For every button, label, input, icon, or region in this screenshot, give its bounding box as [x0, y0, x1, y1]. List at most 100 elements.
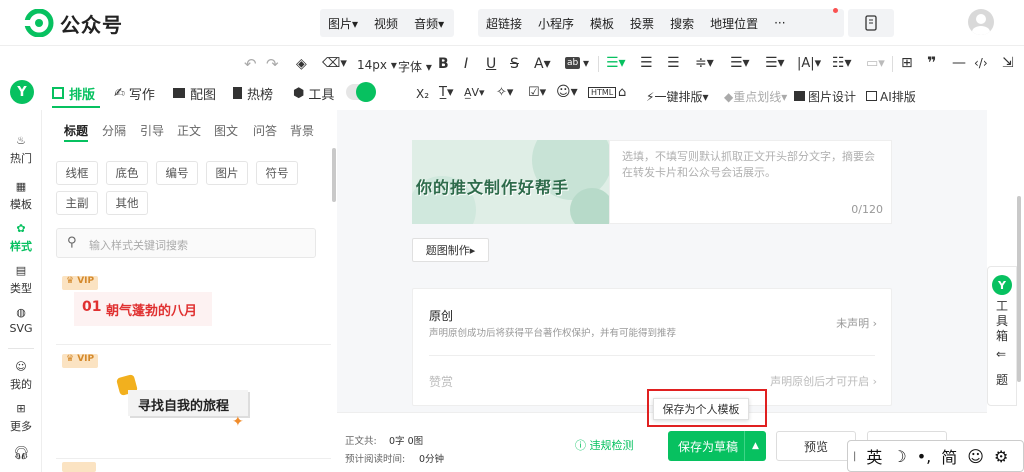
redo-icon[interactable]: ↷ — [266, 55, 279, 73]
magic-wand-icon[interactable]: ✧▾ — [496, 85, 513, 100]
category-tab-divider[interactable]: 分隔 — [102, 122, 126, 139]
highlight-line-button[interactable]: ◆重点划线▾ — [724, 88, 787, 105]
nav-audio-button[interactable]: 音频▾ — [406, 15, 452, 32]
category-tab-title[interactable]: 标题 — [64, 122, 88, 139]
ime-emoji-icon[interactable]: ☺ — [962, 447, 989, 466]
tab-writing[interactable]: ✍ 写作 — [114, 84, 155, 103]
subscript-icon[interactable]: X₂ — [416, 87, 429, 101]
cover-image[interactable]: 你的推文制作好帮手 — [412, 140, 609, 224]
category-tab-background[interactable]: 背景 — [290, 122, 314, 139]
letter-spacing-av-icon[interactable]: A̲V▾ — [464, 86, 485, 99]
category-tab-qa[interactable]: 问答 — [253, 122, 277, 139]
underline-icon[interactable]: U — [486, 56, 496, 72]
toolbox-tab-title[interactable]: 题 — [996, 371, 1008, 388]
check-box-icon[interactable]: ☑▾ — [528, 85, 546, 100]
text-direction-icon[interactable]: |A|▾ — [797, 56, 821, 71]
filter-chip-other[interactable]: 其他 — [106, 191, 148, 215]
horizontal-rule-icon[interactable]: — — [952, 55, 966, 71]
rail-item-template[interactable]: ▦ 模板 — [0, 180, 42, 212]
violation-check-button[interactable]: ⓘ 违规检测 — [575, 437, 634, 453]
ai-layout-button[interactable]: AI排版 — [866, 88, 916, 105]
font-color-icon[interactable]: A▾ — [534, 56, 551, 72]
image-design-button[interactable]: 图片设计 — [794, 88, 856, 105]
quote-icon[interactable]: ❞ — [927, 53, 936, 72]
filter-chip-main-sub[interactable]: 主副 — [56, 191, 98, 215]
filter-chip-symbol[interactable]: 符号 — [256, 161, 298, 185]
nav-template-button[interactable]: 模板 — [582, 15, 622, 32]
rail-item-more[interactable]: ⊞ 更多 — [0, 402, 42, 434]
indent-icon[interactable]: ☰ — [640, 55, 653, 71]
avatar[interactable] — [968, 9, 994, 35]
nav-more-button[interactable]: ··· — [766, 16, 793, 30]
ime-punctuation-icon[interactable]: •, — [912, 447, 937, 466]
ime-drag-handle[interactable]: | — [848, 451, 861, 462]
tab-trending[interactable]: 热榜 — [233, 84, 273, 103]
filter-chip-number[interactable]: 编号 — [156, 161, 198, 185]
template-card-1[interactable]: 01 朝气蓬勃的八月 — [72, 292, 212, 326]
panel-scrollbar[interactable] — [332, 148, 336, 202]
cover-design-button[interactable]: 题图制作 ▸ — [412, 238, 489, 262]
mobile-preview-button[interactable] — [848, 9, 894, 37]
code-icon[interactable]: ‹/› — [974, 56, 988, 70]
font-family-select[interactable]: 字体 ▾ — [398, 58, 432, 75]
plugin-logo-icon[interactable]: Y — [10, 80, 34, 104]
filter-chip-fill[interactable]: 底色 — [106, 161, 148, 185]
nav-video-button[interactable]: 视频 — [366, 15, 406, 32]
nav-search-button[interactable]: 搜索 — [662, 15, 702, 32]
ime-settings-icon[interactable]: ⚙ — [989, 447, 1013, 466]
nav-miniprogram-button[interactable]: 小程序 — [530, 15, 582, 32]
page-scrollbar[interactable] — [1017, 196, 1021, 382]
headset-icon[interactable]: 🎧︎ — [0, 446, 42, 461]
italic-icon[interactable]: I — [464, 56, 468, 72]
style-search-box[interactable]: ⚲ 输入样式关键词搜索 — [56, 228, 316, 258]
fullscreen-icon[interactable]: ⇲ — [1002, 55, 1014, 71]
outdent-icon[interactable]: ☰ — [667, 55, 680, 71]
filter-chip-frame[interactable]: 线框 — [56, 161, 98, 185]
align-left-icon[interactable]: ☰▾ — [606, 55, 626, 71]
tab-images[interactable]: 配图 — [173, 84, 216, 103]
nav-image-button[interactable]: 图片▾ — [320, 15, 366, 32]
ime-language-toggle[interactable]: 英 — [861, 444, 887, 468]
format-brush-icon[interactable]: ◈ — [296, 56, 307, 72]
bold-icon[interactable]: B — [438, 56, 449, 72]
briefcase-icon[interactable]: ⌂ — [618, 85, 626, 100]
strikethrough-icon[interactable]: S — [510, 56, 519, 72]
clear-format-icon[interactable]: ⌫▾ — [322, 56, 347, 71]
html-icon[interactable]: HTML — [588, 87, 617, 98]
tab-tools[interactable]: ⬢ 工具 — [293, 84, 334, 103]
font-size-select[interactable]: 14px ▾ — [357, 58, 397, 72]
background-color-icon[interactable]: ab — [565, 57, 581, 69]
save-draft-button[interactable]: 保存为草稿 ▲ — [668, 431, 766, 461]
rail-item-svg[interactable]: ◍ SVG — [0, 306, 42, 335]
line-height-icon[interactable]: ≑▾ — [695, 55, 714, 71]
nav-hyperlink-button[interactable]: 超链接 — [478, 15, 530, 32]
text-case-icon[interactable]: T̲▾ — [439, 85, 453, 100]
emoji-icon[interactable]: ☺▾ — [556, 84, 578, 100]
original-status-button[interactable]: 未声明 › — [836, 315, 877, 331]
rail-item-type[interactable]: ▤ 类型 — [0, 264, 42, 296]
plugin-toggle-switch[interactable] — [346, 82, 376, 102]
one-click-layout-button[interactable]: ⚡一键排版▾ — [646, 88, 708, 105]
category-tab-image-text[interactable]: 图文 — [214, 122, 238, 139]
tab-layout[interactable]: 排版 — [52, 84, 95, 103]
paragraph-spacing-icon[interactable]: ☰▾ — [730, 55, 750, 71]
ime-simplified-toggle[interactable]: 简 — [936, 444, 962, 468]
table-icon[interactable]: ⊞ — [901, 55, 913, 71]
filter-chip-image[interactable]: 图片 — [206, 161, 248, 185]
background-color-dropdown[interactable]: ▾ — [583, 56, 589, 70]
ime-moon-icon[interactable]: ☽ — [887, 447, 911, 466]
rail-item-style[interactable]: ✿ 样式 — [0, 222, 42, 254]
collapse-arrow-icon[interactable]: ⇐ — [996, 347, 1006, 361]
rail-item-mine[interactable]: ☺ 我的 — [0, 360, 42, 392]
category-tab-body[interactable]: 正文 — [177, 122, 201, 139]
letter-spacing-icon[interactable]: ☰▾ — [765, 55, 785, 71]
divider-style-icon[interactable]: ▭▾ — [866, 56, 885, 71]
toolbox-panel[interactable]: Y 工具箱 ⇐ 题 — [987, 266, 1017, 406]
save-options-dropdown[interactable]: ▲ — [744, 431, 766, 461]
rail-item-hot[interactable]: ♨ 热门 — [0, 134, 42, 166]
nav-location-button[interactable]: 地理位置 — [702, 15, 766, 32]
category-tab-guide[interactable]: 引导 — [140, 122, 164, 139]
template-card-2[interactable]: 寻找自我的旅程 — [128, 390, 248, 416]
preview-button[interactable]: 预览 — [776, 431, 856, 461]
nav-vote-button[interactable]: 投票 — [622, 15, 662, 32]
